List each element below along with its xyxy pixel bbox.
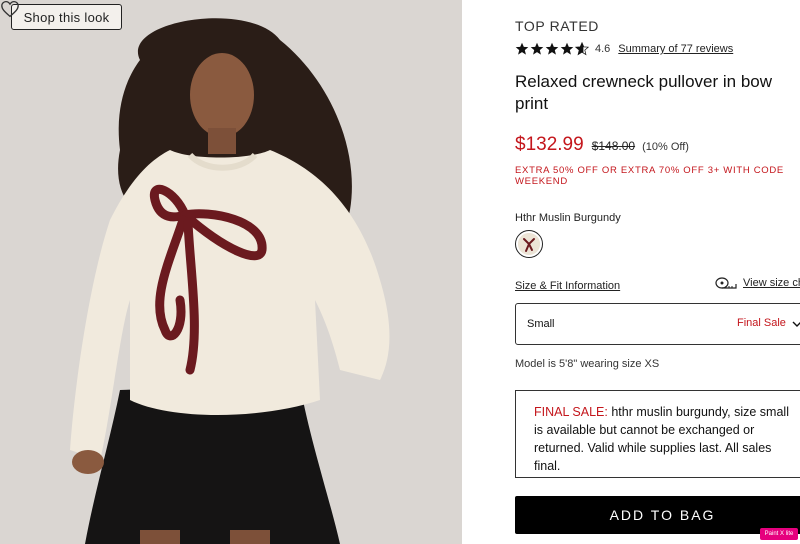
bow-swatch-icon [518, 233, 540, 255]
size-fit-link[interactable]: Size & Fit Information [515, 280, 620, 292]
star-icon [560, 42, 574, 55]
product-photo[interactable]: Shop this look [0, 0, 462, 544]
add-to-bag-button[interactable]: ADD TO BAG [515, 496, 800, 534]
selected-size: Small [527, 318, 555, 330]
price-row: $132.99 $148.00 (10% Off) [515, 134, 689, 156]
promo-message: EXTRA 50% OFF OR EXTRA 70% OFF 3+ WITH C… [515, 165, 784, 187]
model-size-note: Model is 5'8" wearing size XS [515, 358, 660, 370]
star-half-icon [575, 42, 589, 56]
original-price: $148.00 [591, 139, 636, 153]
discount-percent: (10% Off) [642, 141, 689, 153]
shop-this-look-button[interactable]: Shop this look [11, 4, 122, 30]
final-sale-notice: FINAL SALE: hthr muslin burgundy, size s… [515, 390, 800, 478]
size-dropdown[interactable]: Small Final Sale [515, 303, 800, 345]
model-illustration [0, 0, 462, 544]
product-title: Relaxed crewneck pullover in bow print [515, 72, 773, 113]
color-name: Hthr Muslin Burgundy [515, 212, 621, 224]
top-rated-badge: TOP RATED [515, 18, 599, 34]
chevron-down-icon [792, 321, 800, 327]
measuring-tape-icon [715, 277, 737, 289]
rating-value: 4.6 [595, 43, 611, 55]
star-icon [545, 42, 559, 55]
star-icon [530, 42, 544, 55]
color-swatch[interactable] [515, 230, 543, 258]
final-sale-label: FINAL SALE: [534, 405, 608, 419]
rating-row: 4.6 Summary of 77 reviews [515, 41, 733, 57]
star-rating [515, 42, 589, 56]
swatch-image [518, 233, 540, 255]
size-final-sale-tag: Final Sale [737, 317, 786, 329]
view-size-chart-label: View size ch [743, 277, 800, 289]
star-icon [515, 42, 529, 55]
product-details: TOP RATED 4.6 Summary of 77 reviews Rela… [515, 0, 800, 544]
sale-price: $132.99 [515, 134, 584, 155]
view-size-chart-link[interactable]: View size ch [715, 276, 800, 290]
heart-icon[interactable] [0, 0, 20, 18]
reviews-link[interactable]: Summary of 77 reviews [618, 43, 733, 55]
paint-x-lite-badge: Paint X lite [760, 528, 798, 540]
